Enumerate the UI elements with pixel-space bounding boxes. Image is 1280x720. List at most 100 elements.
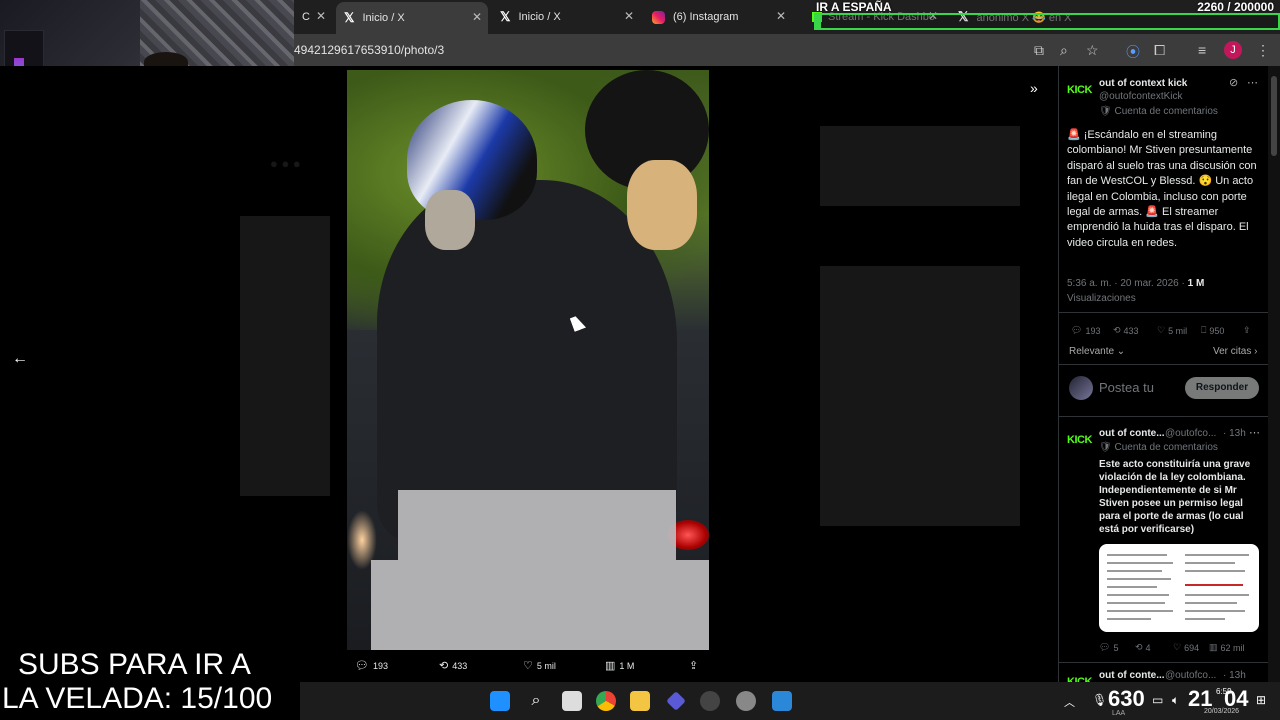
subs-goal-overlay: SUBS PARA IR A LA VELADA: 15/100: [0, 648, 300, 716]
next-reply-handle[interactable]: @outofco...: [1165, 670, 1216, 681]
reply-count: 193: [372, 660, 388, 671]
reply-handle[interactable]: @outofco...: [1165, 428, 1216, 439]
reply-views[interactable]: ▥ 62 mil: [1209, 642, 1245, 653]
more-icon[interactable]: ⋯: [1249, 426, 1260, 439]
tweet-repost-button[interactable]: ⟲ 433: [1113, 325, 1139, 336]
photo-views[interactable]: ▥ 1 M: [605, 659, 634, 672]
tweet-photo[interactable]: [347, 70, 709, 650]
viewer-count: 630: [1108, 686, 1145, 711]
photo-repost-button[interactable]: ⟲ 433: [439, 659, 467, 672]
close-icon[interactable]: ✕: [624, 9, 634, 23]
twitter-photo-view: ● ● ● ← » 💬︎ 193 ⟲ 433 ♡ 5 mil ▥ 1 M ⇪: [0, 66, 1058, 682]
tweet-share-button[interactable]: ⇪: [1243, 325, 1251, 336]
sort-dropdown[interactable]: Relevante ⌄: [1069, 346, 1125, 357]
tab-inicio-x-active[interactable]: 𝕏 Inicio / X ✕: [336, 2, 488, 34]
reply-author[interactable]: out of conte...: [1099, 428, 1165, 439]
media-icon[interactable]: ≡: [1198, 42, 1206, 58]
tab-partial[interactable]: C ✕: [294, 4, 332, 30]
next-reply-author[interactable]: out of conte...: [1099, 670, 1165, 681]
kick-avatar[interactable]: KICK: [1067, 84, 1092, 96]
bookmark-star-icon[interactable]: ☆: [1086, 42, 1099, 59]
tweet-handle[interactable]: @outofcontextKick: [1099, 91, 1183, 102]
microphone-icon[interactable]: 🎙︎: [1092, 693, 1107, 707]
reply-repost-button[interactable]: ⟲ 4: [1135, 642, 1151, 653]
account-label: 🛡 Cuenta de comentarios: [1099, 442, 1218, 453]
back-arrow-icon[interactable]: ←: [12, 350, 28, 368]
more-icon[interactable]: ⋯: [1247, 76, 1258, 89]
close-icon[interactable]: ✕: [776, 9, 786, 23]
windows-start-icon[interactable]: [490, 691, 510, 711]
x-logo-icon: 𝕏: [500, 9, 511, 24]
goal-overlay: IR A ESPAÑA 2260 / 200000: [812, 0, 1280, 32]
user-avatar: [1069, 376, 1093, 400]
photo-reply-button[interactable]: 💬︎ 193: [355, 659, 388, 672]
zoom-icon[interactable]: ⌕: [1060, 42, 1068, 59]
repost-count: 433: [452, 660, 468, 671]
settings-gear-icon[interactable]: [736, 691, 756, 711]
close-icon[interactable]: ✕: [472, 10, 482, 24]
quotes-link[interactable]: Ver citas ›: [1213, 346, 1257, 357]
tweet-reply-button[interactable]: 💬︎ 193: [1071, 325, 1100, 336]
views-label: Visualizaciones: [1067, 293, 1136, 304]
tweet-views: 1 M: [1187, 278, 1205, 289]
task-view-icon[interactable]: [562, 691, 582, 711]
chrome-icon[interactable]: [596, 691, 616, 711]
heart-icon: ♡: [1173, 642, 1182, 652]
chevron-up-icon[interactable]: ︿: [1064, 694, 1075, 710]
subs-line-2: LA VELADA: 15/100: [2, 682, 273, 715]
scrollbar[interactable]: [1268, 66, 1280, 682]
paint-icon[interactable]: [772, 691, 792, 711]
reply-reply-button[interactable]: 💬︎ 5: [1099, 642, 1118, 653]
reply-icon: 💬︎: [355, 660, 369, 672]
timer-b: 04: [1224, 686, 1249, 711]
reply-input[interactable]: Postea tu: [1099, 380, 1154, 395]
tweet-author[interactable]: out of context kick: [1099, 78, 1187, 89]
like-count: 694: [1184, 642, 1200, 653]
tab-inicio-x[interactable]: 𝕏 Inicio / X ✕: [492, 4, 640, 30]
app-icon[interactable]: [666, 691, 686, 711]
extension-icon[interactable]: ⦿: [1126, 42, 1140, 62]
url-text[interactable]: 4942129617653910/photo/3: [294, 43, 444, 57]
close-icon[interactable]: ✕: [316, 9, 326, 23]
install-app-icon[interactable]: ⧉: [1034, 42, 1044, 59]
menu-icon[interactable]: ⋮: [1256, 42, 1270, 59]
address-bar[interactable]: 4942129617653910/photo/3 ⧉ ⌕ ☆ ⦿ ⧠ ≡ J ⋮: [294, 34, 1280, 66]
share-icon: ⇪: [689, 660, 699, 672]
expand-panel-icon[interactable]: »: [1030, 80, 1038, 96]
repost-icon: ⟲: [1135, 642, 1143, 652]
tweet-like-button[interactable]: ♡ 5 mil: [1157, 325, 1187, 336]
subs-line-1: SUBS PARA IR A: [18, 648, 251, 681]
obs-icon[interactable]: [700, 691, 720, 711]
photo-action-bar: 💬︎ 193 ⟲ 433 ♡ 5 mil ▥ 1 M ⇪: [347, 654, 709, 678]
heart-icon: ♡: [523, 660, 533, 672]
profile-avatar[interactable]: J: [1224, 41, 1242, 59]
account-label: 🛡 Cuenta de comentarios: [1099, 106, 1218, 117]
goal-progress-bar: [814, 13, 1280, 30]
views-count: 1 M: [619, 660, 635, 671]
monitor-icon[interactable]: ▭: [1152, 693, 1163, 707]
grok-icon[interactable]: ⊘: [1229, 76, 1238, 89]
reply-submit-button[interactable]: Responder: [1185, 377, 1259, 399]
like-count: 5 mil: [1168, 325, 1188, 336]
puzzle-icon[interactable]: ⧠: [1154, 42, 1165, 59]
photo-share-button[interactable]: ⇪: [689, 659, 698, 672]
quotes-label: Ver citas: [1213, 346, 1252, 357]
tweet-time: 5:36 a. m. · 20 mar. 2026 ·: [1067, 278, 1188, 289]
file-explorer-icon[interactable]: [630, 691, 650, 711]
heart-icon: ♡: [1157, 325, 1166, 335]
tab-instagram[interactable]: (6) Instagram ✕: [644, 4, 792, 30]
notification-icon[interactable]: ⊞: [1256, 693, 1266, 707]
reply-like-button[interactable]: ♡ 694: [1173, 642, 1199, 653]
tweet-text: 🚨 ¡Escándalo en el streaming colombiano!…: [1067, 129, 1257, 249]
tweet-bookmark-button[interactable]: ⎕ 950: [1201, 325, 1224, 336]
account-label-text: Cuenta de comentarios: [1114, 106, 1218, 117]
kick-avatar[interactable]: KICK: [1067, 434, 1092, 446]
tab-label: (6) Instagram: [673, 11, 739, 23]
search-icon[interactable]: ⌕: [526, 691, 546, 711]
volume-icon[interactable]: 🔈︎: [1172, 693, 1179, 708]
photo-like-button[interactable]: ♡ 5 mil: [523, 659, 556, 672]
reply-document-image[interactable]: [1099, 544, 1259, 632]
tweet-timestamp: 5:36 a. m. · 20 mar. 2026 · 1 M: [1067, 278, 1204, 289]
account-label-text: Cuenta de comentarios: [1114, 442, 1218, 453]
like-count: 5 mil: [536, 660, 556, 671]
